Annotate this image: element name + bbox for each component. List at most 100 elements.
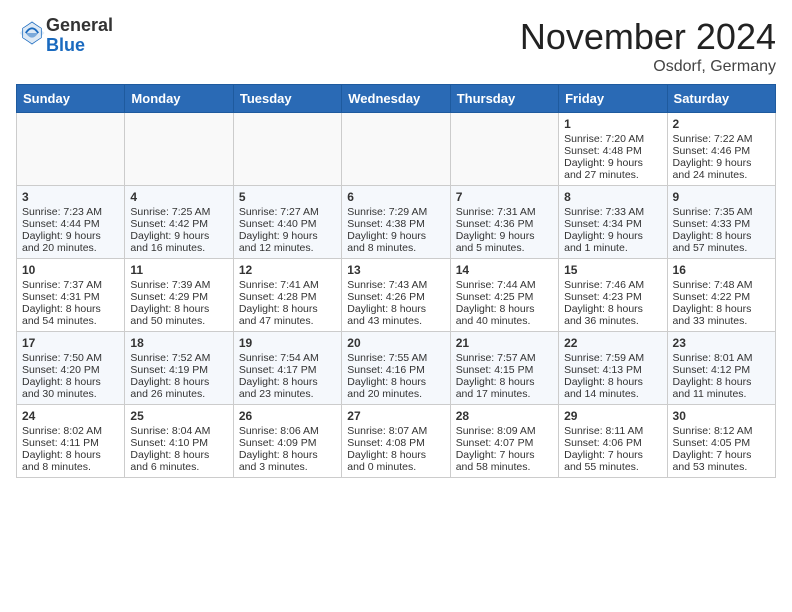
cell-info: Sunrise: 7:55 AM — [347, 352, 444, 364]
cell-info: Daylight: 8 hours and 17 minutes. — [456, 376, 553, 400]
day-number: 7 — [456, 190, 553, 204]
cell-info: Sunrise: 7:54 AM — [239, 352, 336, 364]
calendar-cell: 7Sunrise: 7:31 AMSunset: 4:36 PMDaylight… — [450, 186, 558, 259]
cell-info: Sunrise: 8:09 AM — [456, 425, 553, 437]
cell-info: Sunset: 4:25 PM — [456, 291, 553, 303]
day-header-wednesday: Wednesday — [342, 85, 450, 113]
cell-info: Sunset: 4:38 PM — [347, 218, 444, 230]
cell-info: Daylight: 9 hours and 1 minute. — [564, 230, 661, 254]
days-of-week-row: SundayMondayTuesdayWednesdayThursdayFrid… — [17, 85, 776, 113]
cell-info: Sunrise: 8:02 AM — [22, 425, 119, 437]
calendar-cell: 10Sunrise: 7:37 AMSunset: 4:31 PMDayligh… — [17, 259, 125, 332]
calendar-cell: 1Sunrise: 7:20 AMSunset: 4:48 PMDaylight… — [559, 113, 667, 186]
calendar-cell: 5Sunrise: 7:27 AMSunset: 4:40 PMDaylight… — [233, 186, 341, 259]
week-row-2: 3Sunrise: 7:23 AMSunset: 4:44 PMDaylight… — [17, 186, 776, 259]
cell-info: Sunset: 4:22 PM — [673, 291, 770, 303]
logo: General Blue — [16, 16, 113, 56]
cell-info: Daylight: 8 hours and 40 minutes. — [456, 303, 553, 327]
calendar-cell: 18Sunrise: 7:52 AMSunset: 4:19 PMDayligh… — [125, 332, 233, 405]
day-number: 19 — [239, 336, 336, 350]
calendar-cell: 12Sunrise: 7:41 AMSunset: 4:28 PMDayligh… — [233, 259, 341, 332]
calendar-cell — [233, 113, 341, 186]
cell-info: Sunset: 4:12 PM — [673, 364, 770, 376]
cell-info: Sunset: 4:09 PM — [239, 437, 336, 449]
cell-info: Sunset: 4:44 PM — [22, 218, 119, 230]
cell-info: Sunset: 4:13 PM — [564, 364, 661, 376]
day-number: 3 — [22, 190, 119, 204]
location: Osdorf, Germany — [520, 58, 776, 76]
calendar-cell: 21Sunrise: 7:57 AMSunset: 4:15 PMDayligh… — [450, 332, 558, 405]
cell-info: Sunset: 4:28 PM — [239, 291, 336, 303]
cell-info: Sunset: 4:10 PM — [130, 437, 227, 449]
cell-info: Sunset: 4:05 PM — [673, 437, 770, 449]
calendar-cell: 30Sunrise: 8:12 AMSunset: 4:05 PMDayligh… — [667, 405, 775, 478]
calendar-cell: 27Sunrise: 8:07 AMSunset: 4:08 PMDayligh… — [342, 405, 450, 478]
calendar-cell: 26 Sunrise: 8:06 AMSunset: 4:09 PMDayligh… — [233, 405, 341, 478]
cell-info: Daylight: 8 hours and 3 minutes. — [239, 449, 336, 473]
cell-info: Sunset: 4:19 PM — [130, 364, 227, 376]
cell-info: Sunrise: 8:07 AM — [347, 425, 444, 437]
day-number: 5 — [239, 190, 336, 204]
day-number: 22 — [564, 336, 661, 350]
cell-info: Daylight: 8 hours and 26 minutes. — [130, 376, 227, 400]
cell-info: Sunrise: 7:33 AM — [564, 206, 661, 218]
cell-info: Daylight: 8 hours and 20 minutes. — [347, 376, 444, 400]
cell-info: Sunrise: 8:01 AM — [673, 352, 770, 364]
day-number: 13 — [347, 263, 444, 277]
cell-info: Daylight: 8 hours and 36 minutes. — [564, 303, 661, 327]
week-row-3: 10Sunrise: 7:37 AMSunset: 4:31 PMDayligh… — [17, 259, 776, 332]
day-number: 28 — [456, 409, 553, 423]
day-number: 16 — [673, 263, 770, 277]
logo-blue: Blue — [46, 35, 85, 55]
calendar-header: SundayMondayTuesdayWednesdayThursdayFrid… — [17, 85, 776, 113]
cell-info: Sunrise: 7:44 AM — [456, 279, 553, 291]
day-number: 6 — [347, 190, 444, 204]
cell-info: Sunset: 4:17 PM — [239, 364, 336, 376]
cell-info: Sunset: 4:08 PM — [347, 437, 444, 449]
cell-info: Daylight: 7 hours and 55 minutes. — [564, 449, 661, 473]
day-header-sunday: Sunday — [17, 85, 125, 113]
cell-info: Sunrise: 8:11 AM — [564, 425, 661, 437]
day-header-monday: Monday — [125, 85, 233, 113]
cell-info: Sunset: 4:20 PM — [22, 364, 119, 376]
cell-info: Daylight: 8 hours and 0 minutes. — [347, 449, 444, 473]
cell-info: Sunset: 4:06 PM — [564, 437, 661, 449]
cell-info: Daylight: 9 hours and 12 minutes. — [239, 230, 336, 254]
day-number: 17 — [22, 336, 119, 350]
week-row-1: 1Sunrise: 7:20 AMSunset: 4:48 PMDaylight… — [17, 113, 776, 186]
cell-info: Sunrise: 7:27 AM — [239, 206, 336, 218]
calendar-cell: 6Sunrise: 7:29 AMSunset: 4:38 PMDaylight… — [342, 186, 450, 259]
cell-info: Sunset: 4:16 PM — [347, 364, 444, 376]
cell-info: Daylight: 7 hours and 58 minutes. — [456, 449, 553, 473]
cell-info: Sunset: 4:26 PM — [347, 291, 444, 303]
calendar-cell: 8Sunrise: 7:33 AMSunset: 4:34 PMDaylight… — [559, 186, 667, 259]
cell-info: Daylight: 8 hours and 11 minutes. — [673, 376, 770, 400]
calendar-cell: 24Sunrise: 8:02 AMSunset: 4:11 PMDayligh… — [17, 405, 125, 478]
cell-info: Sunrise: 7:46 AM — [564, 279, 661, 291]
cell-info: Sunrise: 7:43 AM — [347, 279, 444, 291]
cell-info: Sunrise: 7:48 AM — [673, 279, 770, 291]
calendar-body: 1Sunrise: 7:20 AMSunset: 4:48 PMDaylight… — [17, 113, 776, 478]
logo-text: General Blue — [46, 16, 113, 56]
cell-info: Sunrise: 7:57 AM — [456, 352, 553, 364]
cell-info: Daylight: 7 hours and 53 minutes. — [673, 449, 770, 473]
cell-info: Sunrise: 7:35 AM — [673, 206, 770, 218]
cell-info: Sunrise: 8:06 AM — [239, 425, 336, 437]
calendar-cell: 14Sunrise: 7:44 AMSunset: 4:25 PMDayligh… — [450, 259, 558, 332]
calendar-cell — [342, 113, 450, 186]
cell-info: Sunset: 4:33 PM — [673, 218, 770, 230]
day-header-tuesday: Tuesday — [233, 85, 341, 113]
calendar-cell: 20Sunrise: 7:55 AMSunset: 4:16 PMDayligh… — [342, 332, 450, 405]
calendar-cell: 19Sunrise: 7:54 AMSunset: 4:17 PMDayligh… — [233, 332, 341, 405]
cell-info: Daylight: 8 hours and 43 minutes. — [347, 303, 444, 327]
day-number: 26 — [239, 409, 336, 423]
day-number: 2 — [673, 117, 770, 131]
cell-info: Sunrise: 7:20 AM — [564, 133, 661, 145]
calendar-table: SundayMondayTuesdayWednesdayThursdayFrid… — [16, 84, 776, 478]
calendar-cell: 13 Sunrise: 7:43 AMSunset: 4:26 PMDayligh… — [342, 259, 450, 332]
cell-info: Sunset: 4:29 PM — [130, 291, 227, 303]
page-header: General Blue November 2024 Osdorf, Germa… — [16, 16, 776, 76]
calendar-cell: 4Sunrise: 7:25 AMSunset: 4:42 PMDaylight… — [125, 186, 233, 259]
day-number: 11 — [130, 263, 227, 277]
cell-info: Daylight: 9 hours and 24 minutes. — [673, 157, 770, 181]
